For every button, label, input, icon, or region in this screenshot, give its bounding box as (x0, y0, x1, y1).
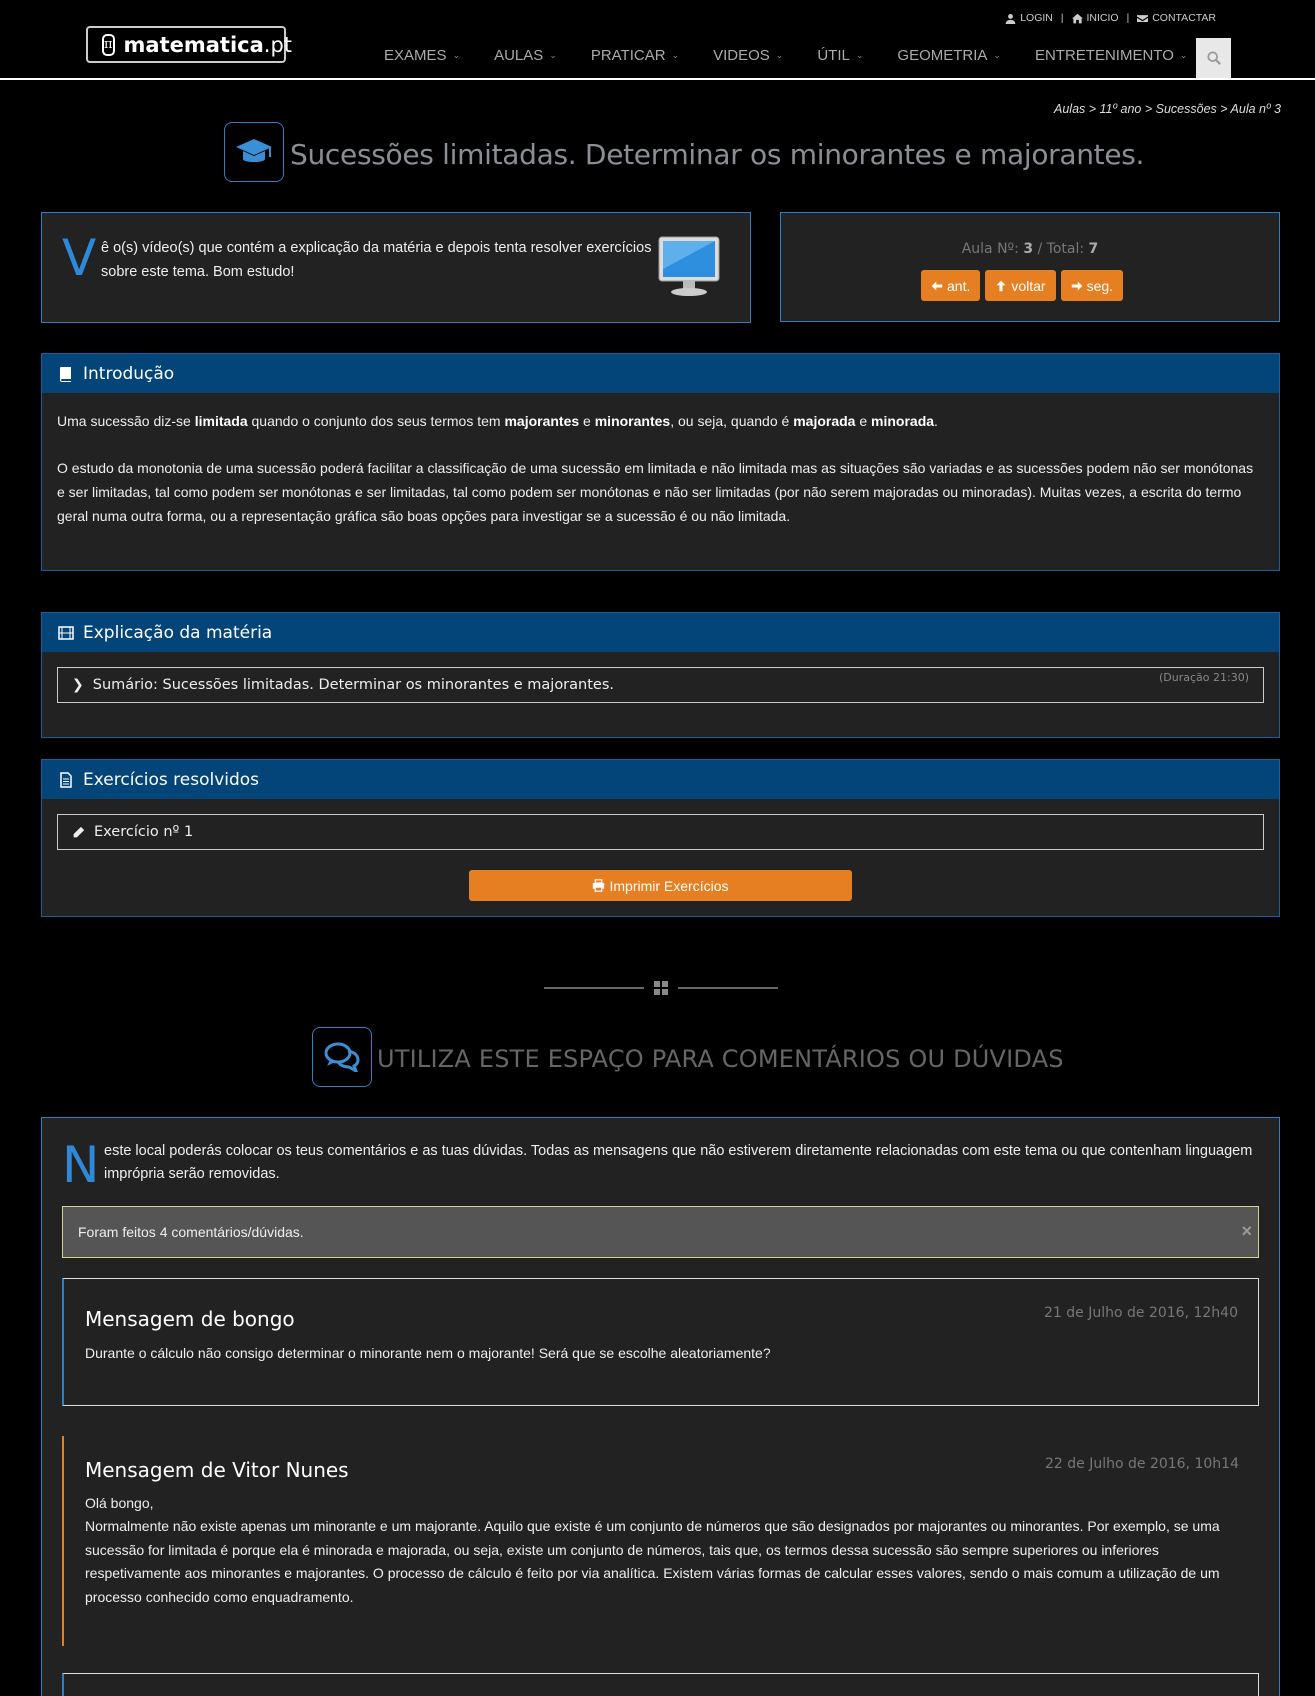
message-title: Mensagem de bongo (85, 1307, 295, 1331)
introducao-header: Introdução (42, 354, 1279, 393)
breadcrumb[interactable]: Aulas > 11º ano > Sucessões > Aula nº 3 (1054, 102, 1281, 116)
exercicios-header: Exercícios resolvidos (42, 760, 1279, 799)
chevron-down-icon: ⌄ (993, 50, 1001, 60)
printer-icon (593, 879, 605, 892)
video-accordion-item[interactable]: ❯ Sumário: Sucessões limitadas. Determin… (57, 667, 1264, 703)
book-icon (60, 366, 71, 382)
logo-text: matematica.pt (123, 32, 293, 57)
search-icon (1206, 51, 1221, 65)
video-summary-label: Sumário: Sucessões limitadas. Determinar… (92, 677, 614, 693)
arrow-up-icon (996, 280, 1006, 291)
monitor-icon (658, 236, 720, 296)
comments-dropcap: N (62, 1136, 100, 1194)
nav-geometria[interactable]: GEOMETRIA ⌄ (897, 47, 1035, 64)
comment-message (62, 1673, 1259, 1696)
arrow-right-icon (1071, 281, 1082, 290)
video-duration: (Duração 21:30) (1158, 671, 1249, 684)
close-icon[interactable]: × (1241, 1221, 1252, 1242)
grid-icon (654, 981, 668, 995)
intro-card: V ê o(s) vídeo(s) que contém a explicaçã… (41, 212, 751, 323)
pencil-icon (73, 826, 85, 837)
message-text: Durante o cálculo não consigo determinar… (85, 1345, 771, 1361)
chevron-down-icon: ⌄ (1179, 50, 1188, 60)
user-icon (1005, 13, 1016, 24)
message-greeting: Olá bongo, (85, 1495, 154, 1511)
introducao-section: Introdução Uma sucessão diz-se limitada … (41, 353, 1280, 571)
home-icon (1071, 13, 1083, 23)
comments-intro: este local poderás colocar os teus comen… (104, 1143, 1253, 1182)
exercise-accordion-item[interactable]: Exercício nº 1 (57, 814, 1264, 850)
search-button[interactable] (1196, 38, 1231, 78)
explicacao-header: Explicação da matéria (42, 613, 1279, 652)
next-lesson-button[interactable]: seg. (1060, 270, 1124, 301)
nav-aulas[interactable]: AULAS ⌄ (494, 47, 591, 64)
separator: | (1060, 12, 1064, 24)
introducao-title: Introdução (83, 363, 175, 384)
lesson-counter: Aula Nº: 3 / Total: 7 (961, 241, 1099, 257)
comments-count-alert: Foram feitos 4 comentários/dúvidas. × (62, 1206, 1259, 1258)
exercicios-section: Exercícios resolvidos Exercício nº 1 Imp… (41, 759, 1280, 917)
chevron-down-icon: ⌄ (855, 50, 864, 60)
chevron-down-icon: ⌄ (775, 50, 784, 60)
nav-entretenimento[interactable]: ENTRETENIMENTO ⌄ (1035, 47, 1221, 64)
top-links: LOGIN | INICIO | CONTACTAR (1005, 12, 1216, 24)
chevron-down-icon: ⌄ (549, 50, 557, 60)
nav-exames[interactable]: EXAMES ⌄ (384, 47, 494, 64)
print-exercises-button[interactable]: Imprimir Exercícios (469, 870, 852, 901)
lesson-nav-buttons: ant. voltar seg. (921, 270, 1124, 301)
introducao-paragraph-2: O estudo da monotonia de uma sucessão po… (57, 460, 1254, 524)
comment-message: Mensagem de bongo 21 de Julho de 2016, 1… (62, 1278, 1259, 1406)
login-link[interactable]: LOGIN (1005, 12, 1053, 24)
chevron-down-icon: ⌄ (671, 50, 680, 60)
back-button[interactable]: voltar (985, 270, 1056, 301)
comments-icon (312, 1027, 372, 1087)
comments-title: UTILIZA ESTE ESPAÇO PARA COMENTÁRIOS OU … (377, 1045, 1064, 1073)
intro-text: ê o(s) vídeo(s) que contém a explicação … (101, 240, 652, 280)
message-text: Normalmente não existe apenas um minoran… (85, 1518, 1220, 1605)
message-date: 22 de Julho de 2016, 10h14 (1045, 1456, 1239, 1472)
lesson-nav-card: Aula Nº: 3 / Total: 7 ant. voltar seg. (780, 212, 1280, 322)
explicacao-section: Explicação da matéria ❯ Sumário: Sucessõ… (41, 612, 1280, 738)
nav-util[interactable]: ÚTIL ⌄ (817, 47, 897, 64)
exercicios-title: Exercícios resolvidos (83, 769, 260, 790)
graduation-cap-icon (224, 122, 284, 182)
arrow-left-icon (931, 281, 943, 290)
separator: | (1126, 12, 1130, 24)
chevron-down-icon: ⌄ (452, 50, 461, 60)
exercise-label: Exercício nº 1 (94, 824, 194, 840)
film-icon (58, 625, 74, 640)
dropcap: V (62, 229, 97, 287)
logo-pi-symbol: π (102, 33, 115, 56)
top-header: π matematica.pt LOGIN | INICIO | CONTACT… (0, 0, 1315, 80)
message-date: 21 de Julho de 2016, 12h40 (1044, 1305, 1238, 1321)
comments-card: N este local poderás colocar os teus com… (41, 1117, 1280, 1696)
comment-message: Mensagem de Vitor Nunes 22 de Julho de 2… (62, 1436, 1259, 1646)
contactar-link[interactable]: CONTACTAR (1137, 12, 1216, 24)
main-nav: EXAMES ⌄ AULAS ⌄ PRATICAR ⌄ VIDEOS ⌄ ÚTIL ⌄ G… (384, 47, 1221, 64)
file-text-icon (60, 771, 72, 788)
nav-videos[interactable]: VIDEOS ⌄ (713, 47, 817, 64)
inicio-link[interactable]: INICIO (1071, 12, 1119, 24)
nav-praticar[interactable]: PRATICAR ⌄ (591, 47, 713, 64)
message-title: Mensagem de Vitor Nunes (85, 1458, 349, 1482)
chevron-right-icon: ❯ (72, 677, 84, 693)
prev-lesson-button[interactable]: ant. (921, 270, 981, 301)
page-title: Sucessões limitadas. Determinar os minor… (290, 138, 1145, 171)
site-logo[interactable]: π matematica.pt (86, 26, 292, 63)
introducao-body: Uma sucessão diz-se limitada quando o co… (42, 393, 1279, 544)
envelope-icon (1137, 14, 1149, 22)
explicacao-title: Explicação da matéria (83, 622, 273, 643)
section-divider (544, 981, 778, 995)
introducao-paragraph-1: Uma sucessão diz-se limitada quando o co… (57, 413, 938, 429)
